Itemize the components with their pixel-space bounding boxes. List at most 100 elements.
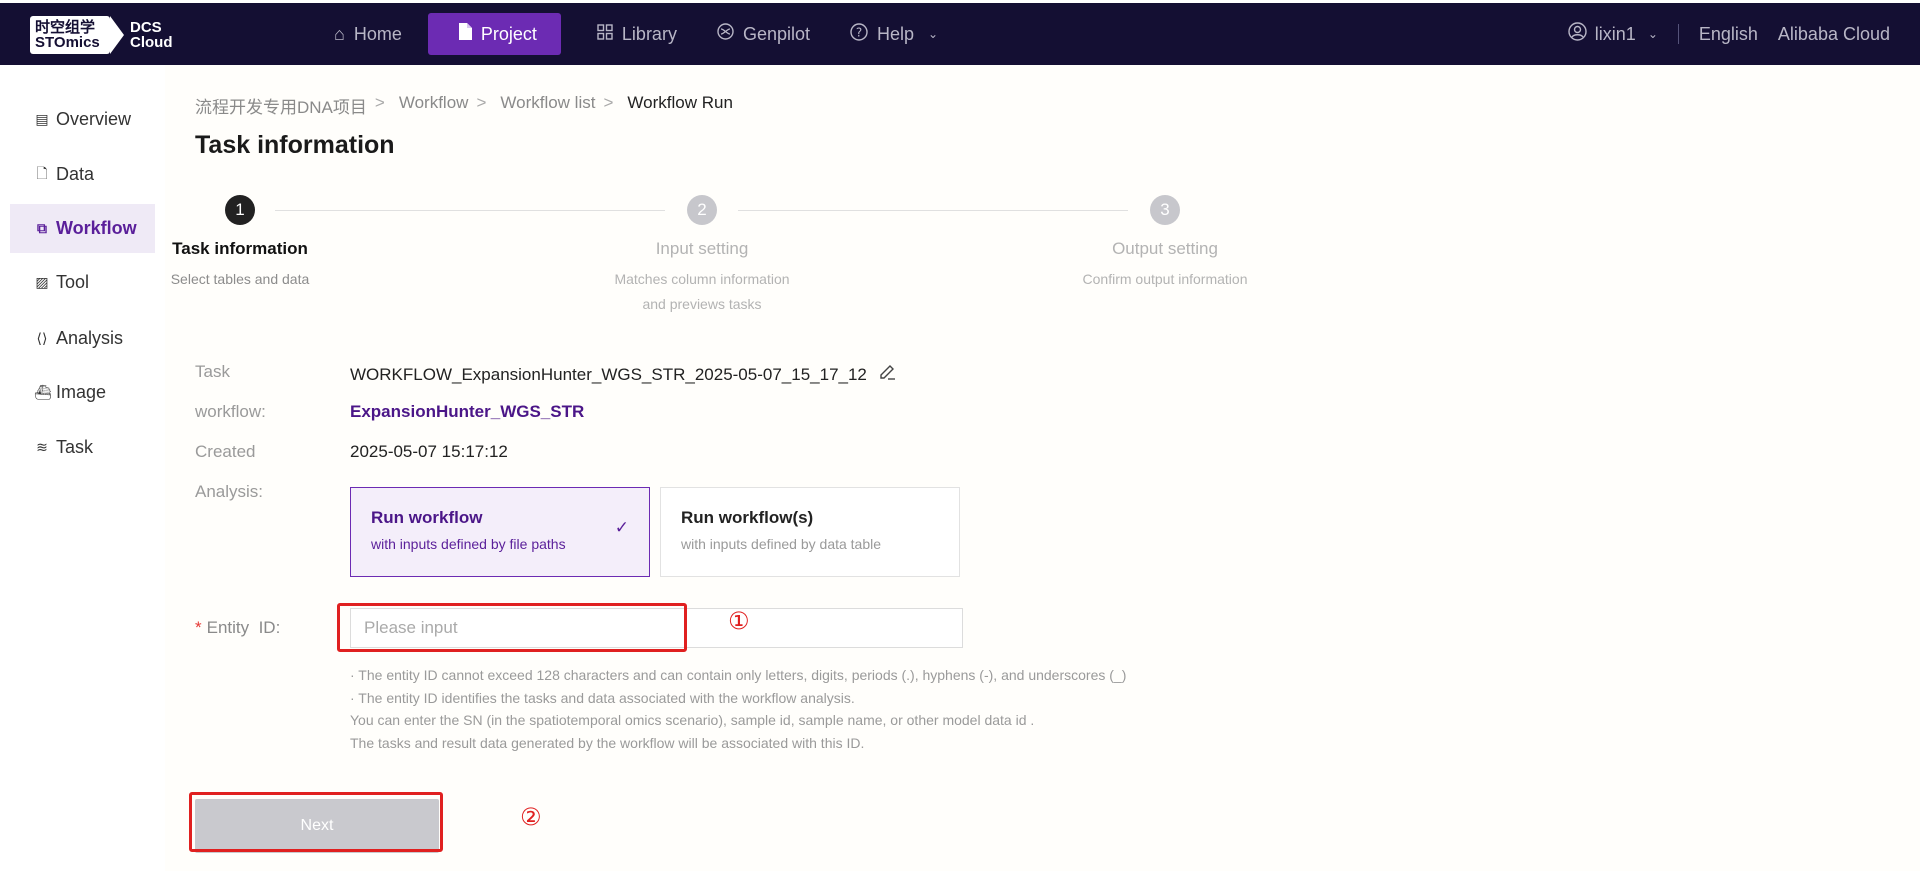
task-name-text: WORKFLOW_ExpansionHunter_WGS_STR_2025-05… (350, 365, 867, 384)
logo-en-text: STOmics (35, 34, 100, 51)
tool-image-icon: ▨ (35, 274, 49, 290)
nav-help[interactable]: ? Help ⌄ (836, 13, 952, 55)
analysis-label: Analysis: (195, 482, 264, 501)
entity-id-hint: · The entity ID cannot exceed 128 charac… (350, 664, 1126, 754)
hint-line: You can enter the SN (in the spatiotempo… (350, 712, 1035, 728)
user-menu[interactable]: lixin1 (1595, 24, 1636, 45)
analysis-code-icon: ⟨⟩ (36, 330, 48, 346)
sidebar-item-analysis[interactable]: ⟨⟩ Analysis (10, 314, 155, 363)
sidebar: ▤ Overview 🗋 Data ⧉ Workflow ▨ Tool ⟨⟩ A… (0, 65, 165, 871)
step-description-line: Select tables and data (170, 271, 310, 287)
logo-cn-text: 时空组学 (35, 19, 96, 36)
annotation-marker-1: ① (728, 608, 750, 635)
highlight-box-next (189, 792, 443, 852)
workflow-label: workflow: (195, 402, 266, 421)
annotation-marker-2: ② (520, 804, 542, 831)
chevron-down-icon: ⌄ (1647, 27, 1658, 41)
sidebar-item-label: Analysis (56, 328, 124, 348)
nav-home[interactable]: ⌂ Home (320, 13, 416, 55)
nav-library-label: Library (621, 23, 677, 44)
image-container-icon: ⛴ (34, 384, 52, 400)
cloud-provider[interactable]: Alibaba Cloud (1778, 24, 1890, 45)
nav-help-label: Help (877, 23, 915, 44)
home-icon: ⌂ (334, 23, 345, 44)
product-name-line1: DCS (130, 19, 162, 36)
check-icon: ✓ (614, 518, 629, 537)
nav-project[interactable]: Project (427, 13, 561, 55)
sidebar-item-overview[interactable]: ▤ Overview (10, 95, 155, 144)
run-workflow-data-table-card[interactable]: Run workflow(s) with inputs defined by d… (660, 487, 960, 577)
step-number: 3 (1150, 195, 1180, 225)
required-asterisk: * (195, 618, 202, 637)
sidebar-item-label: Workflow (56, 218, 137, 238)
task-layers-icon: ≋ (36, 439, 48, 455)
step-description-line: and previews tasks (642, 296, 762, 312)
sidebar-item-task[interactable]: ≋ Task (10, 423, 155, 472)
step-title: Output setting (1112, 239, 1218, 258)
sidebar-item-data[interactable]: 🗋 Data (10, 150, 155, 199)
breadcrumb-separator: > (476, 93, 487, 112)
hint-line: · The entity ID identifies the tasks and… (350, 689, 855, 706)
step-number: 2 (687, 195, 717, 225)
genpilot-icon (717, 23, 734, 45)
sidebar-item-label: Task (56, 437, 94, 457)
hint-line: The tasks and result data generated by t… (350, 734, 865, 751)
run-workflow-file-paths-card[interactable]: Run workflow with inputs defined by file… (350, 487, 650, 577)
step-title: Input setting (655, 239, 749, 258)
overview-document-icon: ▤ (35, 111, 49, 127)
dcs-cloud-logo[interactable]: 时空组学 STOmics DCS Cloud (30, 15, 173, 55)
divider (1677, 24, 1679, 44)
card-title: Run workflow(s) (681, 508, 814, 527)
card-subtitle: with inputs defined by file paths (371, 536, 566, 552)
user-icon (1568, 22, 1587, 46)
sidebar-item-label: Tool (56, 272, 90, 292)
language-switch[interactable]: English (1699, 24, 1758, 45)
sidebar-item-tool[interactable]: ▨ Tool (10, 258, 155, 307)
workflow-name-value: ExpansionHunter_WGS_STR (350, 402, 585, 421)
breadcrumb-workflow-list[interactable]: Workflow list (500, 93, 595, 118)
sidebar-item-label: Data (56, 164, 95, 184)
created-label: Created (195, 442, 256, 461)
main-nav: ⌂ Home Project Library Genpilot ? Help ⌄ (320, 13, 964, 55)
step-input-setting: 2 Input setting Matches column informati… (602, 195, 802, 317)
task-label: Task (195, 362, 230, 381)
hint-line: · The entity ID cannot exceed 128 charac… (350, 667, 1127, 683)
top-right-area: lixin1 ⌄ English Alibaba Cloud (1568, 13, 1890, 55)
step-description-line: Confirm output information (1082, 271, 1248, 287)
card-subtitle: with inputs defined by data table (681, 536, 882, 552)
breadcrumb-current: Workflow Run (627, 93, 733, 112)
created-time-value: 2025-05-07 15:17:12 (350, 442, 508, 461)
nav-home-label: Home (353, 23, 402, 44)
nav-genpilot-label: Genpilot (742, 23, 810, 44)
step-description: Select tables and data (140, 267, 340, 292)
edit-pencil-icon[interactable] (878, 362, 896, 385)
logo-badge: 时空组学 STOmics (30, 16, 110, 54)
sidebar-item-workflow[interactable]: ⧉ Workflow (10, 204, 155, 253)
breadcrumb-separator: > (603, 93, 614, 112)
page-title: Task information (195, 131, 395, 159)
svg-text:?: ? (856, 25, 862, 39)
breadcrumb-workflow[interactable]: Workflow (399, 93, 469, 118)
sidebar-item-image[interactable]: ⛴ Image (10, 368, 155, 417)
nav-genpilot[interactable]: Genpilot (703, 13, 824, 55)
highlight-box-entity-id (337, 603, 687, 652)
document-icon (458, 23, 472, 45)
step-number: 1 (225, 195, 255, 225)
sidebar-item-label: Overview (56, 109, 132, 129)
library-grid-icon (597, 23, 613, 45)
step-description-line: Matches column information (614, 271, 790, 287)
entity-id-label-text: Entity ID: (206, 618, 281, 637)
step-task-information: 1 Task information Select tables and dat… (140, 195, 340, 292)
chevron-down-icon: ⌄ (928, 27, 939, 41)
step-output-setting: 3 Output setting Confirm output informat… (1065, 195, 1265, 292)
top-navigation-bar: 时空组学 STOmics DCS Cloud ⌂ Home Project Li… (0, 0, 1920, 65)
breadcrumb-project[interactable]: 流程开发专用DNA项目 (195, 93, 367, 118)
step-description: Matches column information and previews … (602, 267, 802, 317)
step-description: Confirm output information (1065, 267, 1265, 292)
nav-library[interactable]: Library (583, 13, 691, 55)
breadcrumb-separator: > (374, 93, 385, 112)
product-name: DCS Cloud (130, 20, 173, 50)
task-name-value: WORKFLOW_ExpansionHunter_WGS_STR_2025-05… (350, 362, 896, 385)
step-title: Task information (172, 239, 308, 258)
sidebar-item-label: Image (56, 382, 107, 402)
